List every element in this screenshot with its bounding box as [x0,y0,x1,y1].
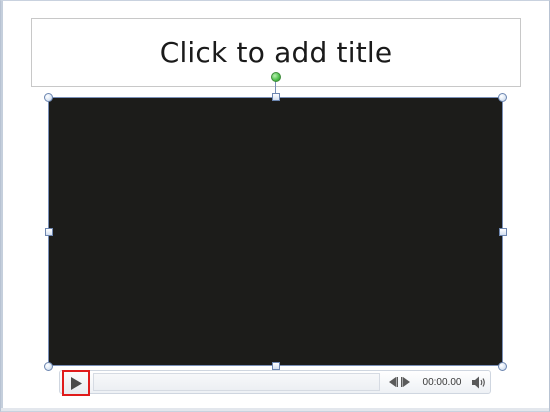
resize-handle-bottom-right[interactable] [498,362,507,371]
volume-icon [471,376,485,388]
play-button[interactable] [62,370,90,396]
progress-track[interactable] [93,373,380,391]
resize-handle-bottom-left[interactable] [44,362,53,371]
resize-handle-top-right[interactable] [498,93,507,102]
resize-handle-left[interactable] [45,228,53,236]
resize-handle-right[interactable] [499,228,507,236]
move-back-icon [389,377,398,387]
rotate-handle[interactable] [271,72,281,82]
move-forward-button[interactable] [400,375,412,389]
title-placeholder-text: Click to add title [159,36,393,69]
resize-handle-bottom[interactable] [272,362,280,370]
resize-handle-top[interactable] [272,93,280,101]
move-back-button[interactable] [387,375,399,389]
play-icon [71,376,82,390]
move-forward-icon [401,377,410,387]
video-frame[interactable] [48,97,503,366]
resize-handle-top-left[interactable] [44,93,53,102]
slide-bottom-edge [1,408,549,411]
volume-button[interactable] [471,374,487,390]
slide-canvas: Click to add title 00:00.00 [0,0,550,412]
time-display: 00:00.00 [422,377,462,388]
